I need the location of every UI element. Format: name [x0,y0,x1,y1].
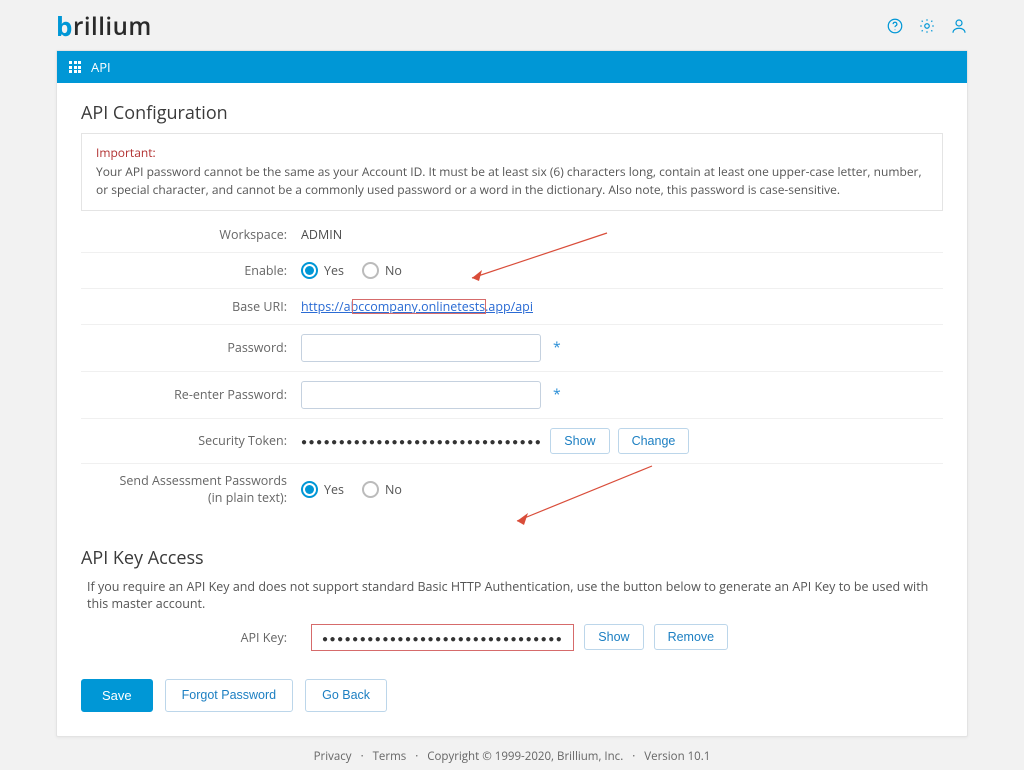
enable-label: Enable: [81,262,301,279]
required-mark: * [553,338,561,357]
workspace-label: Workspace: [81,226,301,243]
api-key-access-heading: API Key Access [81,546,943,570]
section-title: API [91,58,111,76]
forgot-password-button[interactable]: Forgot Password [165,679,293,712]
brand-logomark: b [56,8,73,44]
api-key-remove-button[interactable]: Remove [654,624,729,650]
footer-terms[interactable]: Terms [373,749,407,764]
brand-text: rillium [73,10,152,43]
grid-icon[interactable] [69,61,81,73]
security-token-mask: ●●●●●●●●●●●●●●●●●●●●●●●●●●●●●●●● [301,434,542,448]
footer: Privacy · Terms · Copyright © 1999-2020,… [0,737,1024,770]
api-key-show-button[interactable]: Show [584,624,643,650]
reenter-password-input[interactable] [301,381,541,409]
save-button[interactable]: Save [81,679,153,712]
api-key-mask: ●●●●●●●●●●●●●●●●●●●●●●●●●●●●●●●● [322,631,563,645]
api-key-access-desc: If you require an API Key and does not s… [81,576,943,614]
token-show-button[interactable]: Show [550,428,609,454]
reenter-password-label: Re-enter Password: [81,386,301,403]
api-key-label: API Key: [81,629,301,646]
page-title: API Configuration [81,101,943,125]
important-note: Important: Your API password cannot be t… [81,133,943,211]
token-change-button[interactable]: Change [618,428,690,454]
help-icon[interactable] [886,17,904,35]
security-token-label: Security Token: [81,432,301,449]
section-bar: API [57,51,967,83]
password-label: Password: [81,339,301,356]
gear-icon[interactable] [918,17,936,35]
enable-radiogroup: Yes No [301,262,402,279]
footer-copyright: Copyright © 1999-2020, Brillium, Inc. [427,749,623,764]
workspace-value: ADMIN [301,226,342,243]
enable-no-radio[interactable]: No [362,262,402,279]
required-mark: * [553,385,561,404]
api-key-mask-box: ●●●●●●●●●●●●●●●●●●●●●●●●●●●●●●●● [311,624,574,651]
user-icon[interactable] [950,17,968,35]
important-text: Your API password cannot be the same as … [96,163,928,200]
base-uri-link[interactable]: https://abccompany.onlinetests.app/api [301,298,533,315]
footer-version: Version 10.1 [644,749,710,764]
enable-yes-radio[interactable]: Yes [301,262,344,279]
send-pw-label: Send Assessment Passwords (in plain text… [81,473,301,507]
base-uri-label: Base URI: [81,298,301,315]
send-pw-yes-radio[interactable]: Yes [301,481,344,498]
brand-logo: brillium [56,8,152,44]
send-pw-no-radio[interactable]: No [362,481,402,498]
important-label: Important: [96,144,928,163]
send-pw-radiogroup: Yes No [301,481,402,498]
footer-privacy[interactable]: Privacy [314,749,352,764]
password-input[interactable] [301,334,541,362]
go-back-button[interactable]: Go Back [305,679,387,712]
